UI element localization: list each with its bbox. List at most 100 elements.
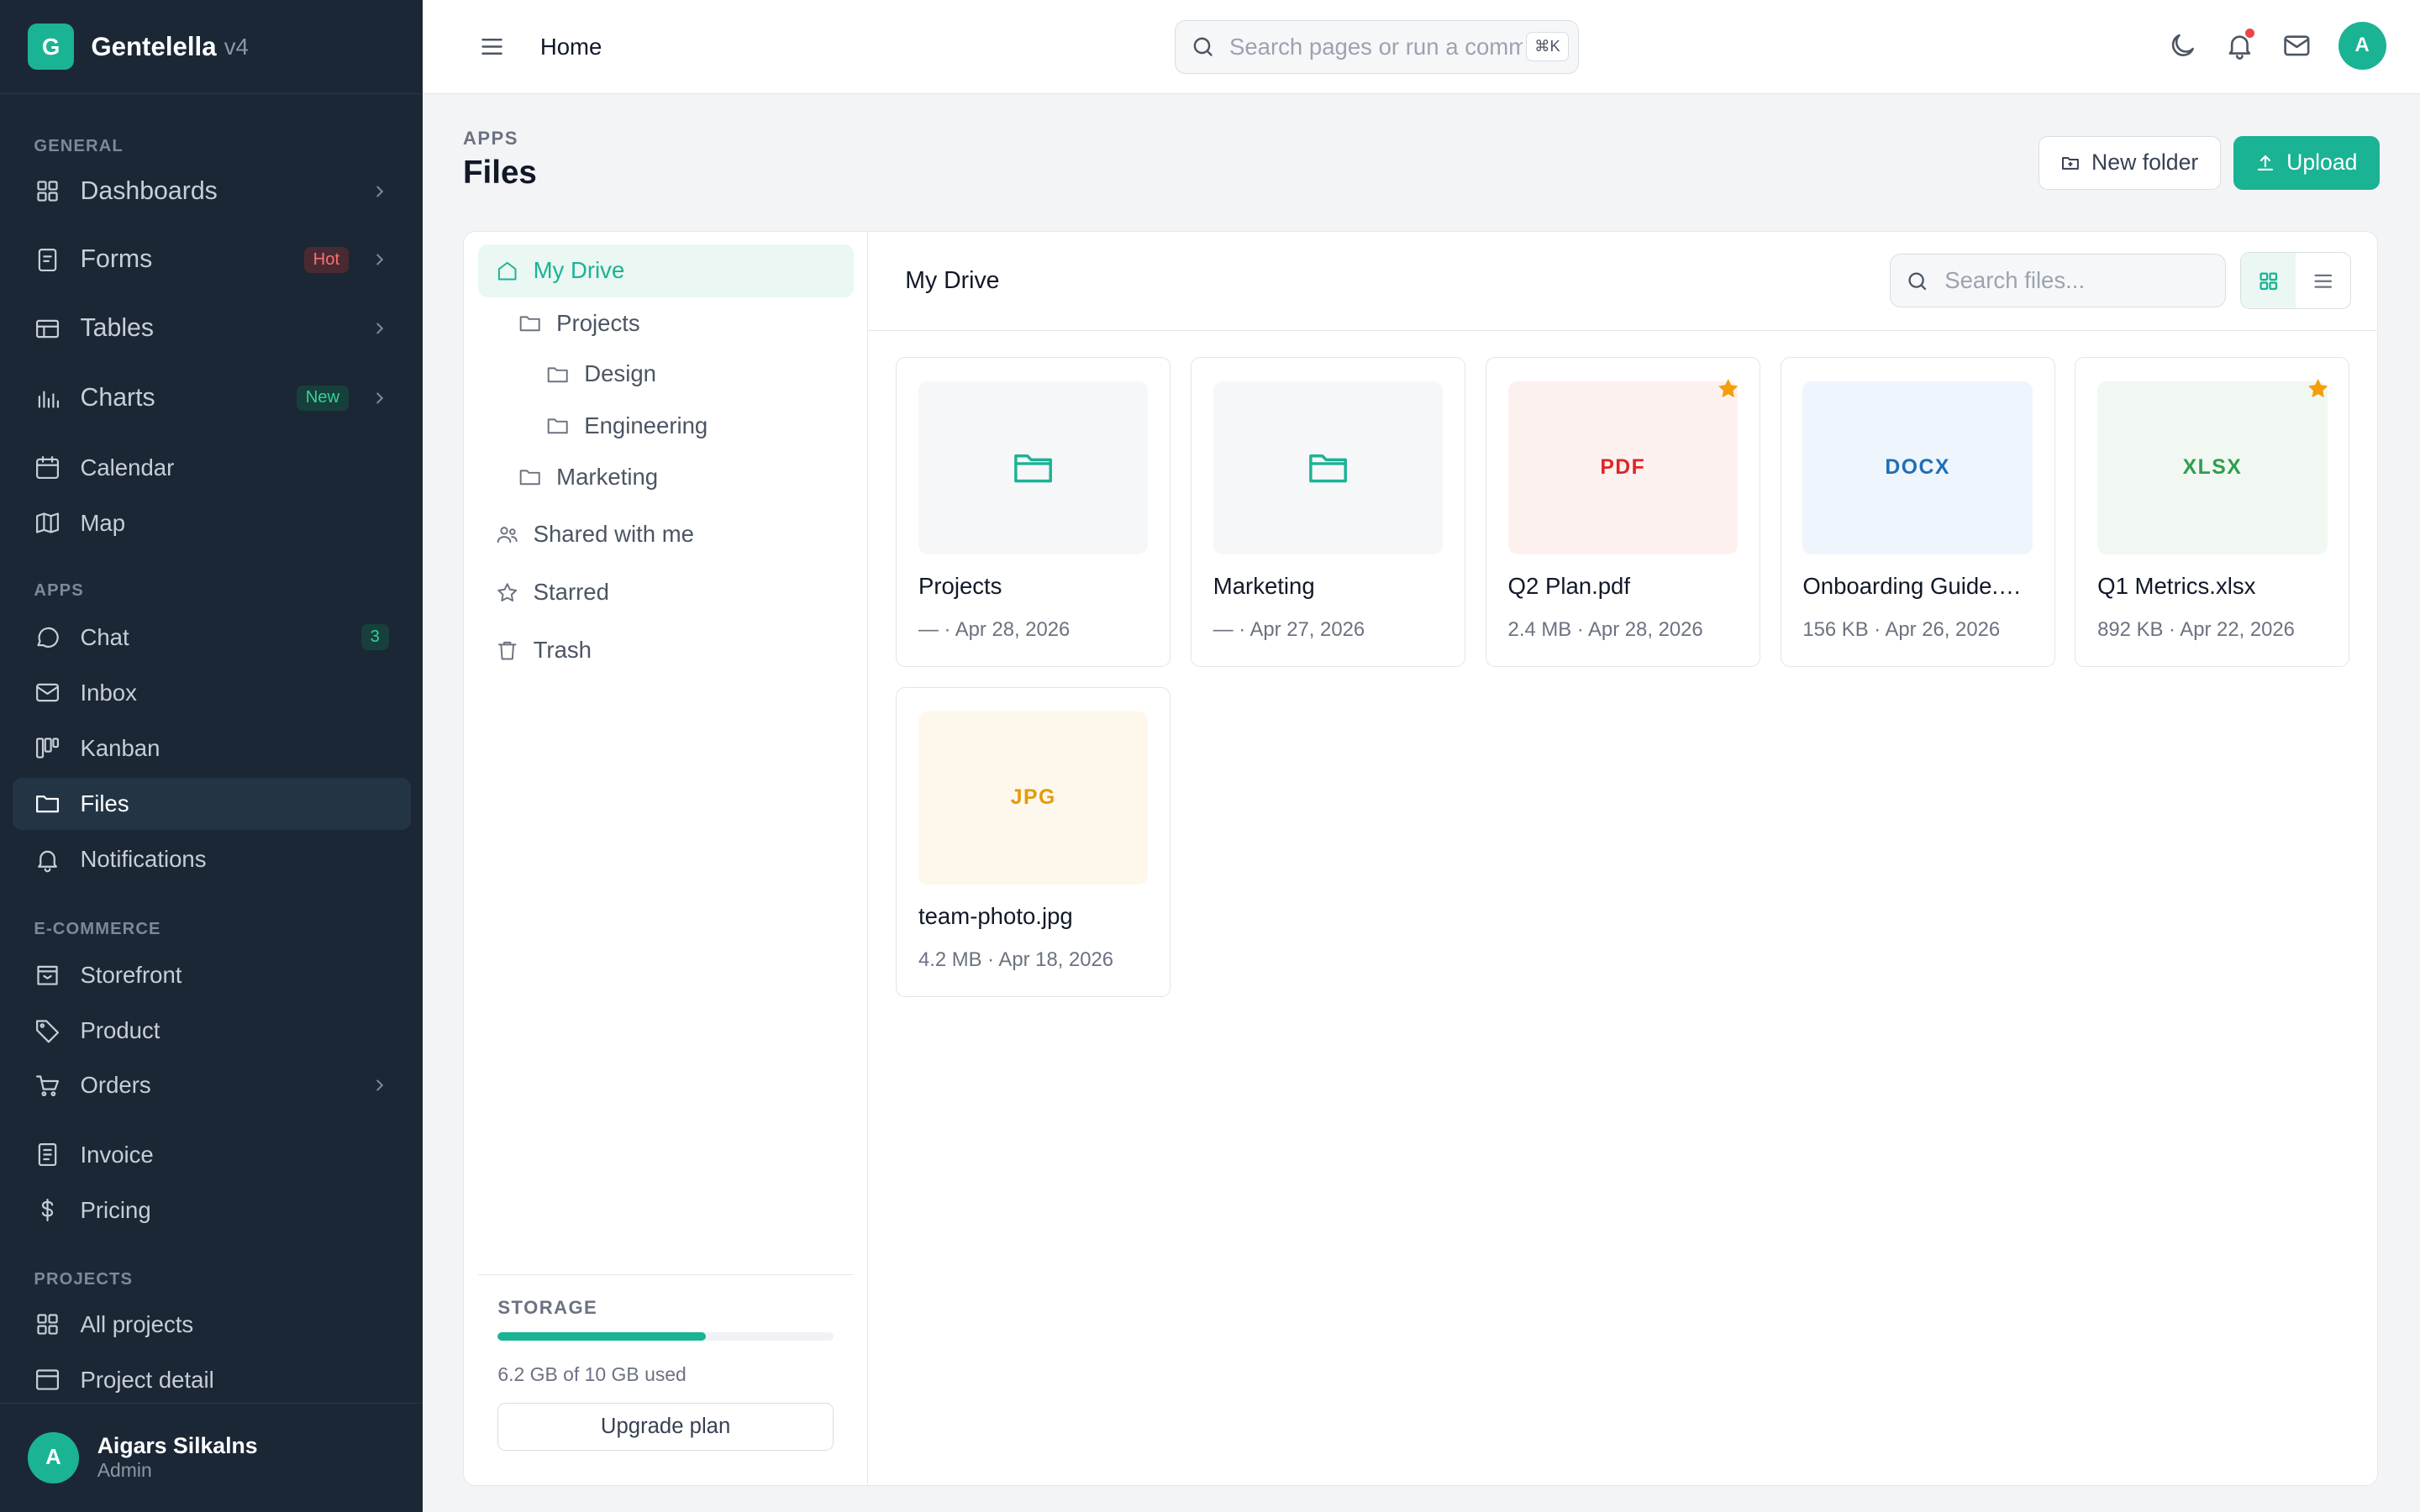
tree-item-shared-with-me[interactable]: Shared with me: [478, 508, 854, 560]
table-icon: [36, 319, 60, 338]
notifications-button[interactable]: [2224, 28, 2255, 61]
brand-logo: G: [28, 23, 75, 71]
sidebar-item-charts[interactable]: Charts New: [13, 364, 411, 432]
topbar: Home ⌘K A: [423, 0, 2420, 95]
moon-icon[interactable]: [2167, 30, 2198, 61]
tree-item-design[interactable]: Design: [478, 348, 854, 400]
sidebar-item-map[interactable]: Map: [13, 496, 411, 549]
sidebar-item-invoice[interactable]: Invoice: [13, 1129, 411, 1181]
sidebar-item-label: Orders: [80, 1072, 151, 1099]
sidebar-item-tables[interactable]: Tables: [13, 295, 411, 363]
mail-icon: [36, 683, 60, 702]
file-search[interactable]: [1889, 254, 2227, 308]
sidebar-item-storefront[interactable]: Storefront: [13, 949, 411, 1001]
tree-item-label: Engineering: [584, 412, 708, 438]
grid-view-button[interactable]: [2240, 253, 2296, 309]
folder-thumbnail: [918, 381, 1149, 554]
sidebar-item-calendar[interactable]: Calendar: [13, 441, 411, 493]
sidebar-item-all-projects[interactable]: All projects: [13, 1299, 411, 1351]
file-card-onboarding-guide-docx[interactable]: DOCX Onboarding Guide.docx 156 KB · Apr 26…: [1780, 357, 2055, 668]
star-icon[interactable]: [1716, 376, 1740, 401]
file-card-q1-metrics-xlsx[interactable]: XLSX Q1 Metrics.xlsx 892 KB · Apr 22, 2026: [2075, 357, 2350, 668]
new-folder-label: New folder: [2091, 150, 2199, 176]
file-extension: PDF: [1600, 455, 1646, 479]
content: APPS Files New folder Upload My Drive Pro…: [423, 94, 2420, 1512]
tree-item-trash[interactable]: Trash: [478, 624, 854, 676]
sidebar-item-pricing[interactable]: Pricing: [13, 1184, 411, 1236]
sidebar-item-label: Dashboards: [80, 176, 218, 205]
sidebar-item-label: Storefront: [80, 961, 182, 988]
list-view-button[interactable]: [2296, 253, 2350, 308]
user-profile[interactable]: A Aigars Silkalns Admin: [0, 1402, 424, 1512]
menu-icon[interactable]: [478, 33, 506, 60]
file-card-marketing[interactable]: Marketing — · Apr 27, 2026: [1191, 357, 1465, 668]
sidebar-item-forms[interactable]: Forms Hot: [13, 226, 411, 294]
grid-icon: [37, 181, 59, 202]
tree-item-label: Marketing: [556, 463, 659, 490]
sidebar-item-files[interactable]: Files: [12, 777, 411, 831]
folder-icon: [1014, 454, 1053, 483]
folder-icon: [519, 470, 540, 486]
files-title: My Drive: [905, 267, 1000, 295]
upload-button[interactable]: Upload: [2233, 135, 2381, 190]
page-actions: New folder Upload: [2038, 135, 2381, 190]
tree-item-projects[interactable]: Projects: [478, 297, 854, 349]
tree-item-label: Shared with me: [533, 521, 694, 548]
grid-icon: [37, 1314, 59, 1335]
file-card-projects[interactable]: Projects — · Apr 28, 2026: [896, 357, 1171, 668]
sidebar-item-kanban[interactable]: Kanban: [13, 722, 411, 774]
sidebar-item-label: Kanban: [80, 734, 160, 761]
tree-item-my-drive[interactable]: My Drive: [477, 244, 854, 297]
file-name: team-photo.jpg: [918, 902, 1073, 929]
upgrade-plan-button[interactable]: Upgrade plan: [497, 1403, 834, 1452]
chart-icon: [39, 391, 60, 408]
sidebar-item-chat[interactable]: Chat 3: [13, 611, 411, 663]
window-icon: [36, 1369, 60, 1391]
file-card-team-photo-jpg[interactable]: JPG team-photo.jpg 4.2 MB · Apr 18, 2026: [896, 687, 1171, 998]
upload-label: Upload: [2286, 150, 2358, 176]
upload-icon: [2258, 155, 2274, 171]
sidebar-item-label: Forms: [80, 245, 153, 274]
sidebar-item-label: Calendar: [80, 454, 175, 480]
nav-inner: GENERAL Dashboards Forms Hot Tables Charts New…: [0, 94, 423, 1403]
user-avatar: A: [28, 1431, 79, 1483]
sidebar-item-project-detail[interactable]: Project detail: [13, 1354, 411, 1403]
new-folder-button[interactable]: New folder: [2038, 135, 2221, 190]
view-toggle: [2239, 252, 2352, 310]
tree-item-label: Design: [584, 360, 656, 387]
file-extension: JPG: [1010, 785, 1056, 809]
file-name: Marketing: [1213, 572, 1315, 599]
sidebar-item-notifications[interactable]: Notifications: [13, 833, 411, 885]
sidebar-item-product[interactable]: Product: [13, 1005, 411, 1057]
search-icon: [1193, 38, 1213, 57]
global-search[interactable]: ⌘K: [1174, 19, 1579, 75]
sidebar-item-dashboards[interactable]: Dashboards: [13, 157, 411, 225]
tree-item-engineering[interactable]: Engineering: [478, 400, 854, 452]
global-search-input[interactable]: [1228, 34, 1523, 61]
tree-item-starred[interactable]: Starred: [478, 566, 854, 618]
file-card-q2-plan-pdf[interactable]: PDF Q2 Plan.pdf 2.4 MB · Apr 28, 2026: [1485, 357, 1760, 668]
storage-bar-fill: [497, 1332, 707, 1341]
topbar-avatar[interactable]: A: [2338, 21, 2386, 70]
brand-version: v4: [224, 33, 249, 60]
main-area: Home ⌘K A APPS Files: [423, 0, 2420, 1512]
sidebar-item-label: Invoice: [80, 1141, 154, 1168]
sidebar-item-orders[interactable]: Orders: [13, 1059, 411, 1111]
sidebar-nav: GENERAL Dashboards Forms Hot Tables Charts New…: [0, 94, 423, 1403]
sidebar-item-inbox[interactable]: Inbox: [13, 666, 411, 718]
file-thumbnail: PDF: [1507, 381, 1739, 554]
file-meta: — · Apr 28, 2026: [918, 617, 1071, 641]
file-search-input[interactable]: [1944, 267, 2207, 295]
sidebar-item-label: All projects: [80, 1310, 194, 1337]
storage-widget: STORAGE 6.2 GB of 10 GB used Upgrade pla…: [477, 1274, 854, 1484]
star-icon[interactable]: [2306, 376, 2330, 401]
tree-item-marketing[interactable]: Marketing: [478, 450, 854, 502]
mail-icon[interactable]: [2281, 30, 2312, 61]
topbar-actions: A: [2167, 21, 2386, 70]
breadcrumb[interactable]: Home: [540, 34, 602, 60]
sidebar: G Gentelella v4 GENERAL Dashboards Forms Ho…: [0, 0, 424, 1512]
file-meta: 2.4 MB · Apr 28, 2026: [1507, 617, 1703, 641]
section-apps: APPS: [34, 581, 84, 601]
brand[interactable]: G Gentelella v4: [0, 0, 424, 95]
tree-item-label: Trash: [533, 637, 592, 664]
